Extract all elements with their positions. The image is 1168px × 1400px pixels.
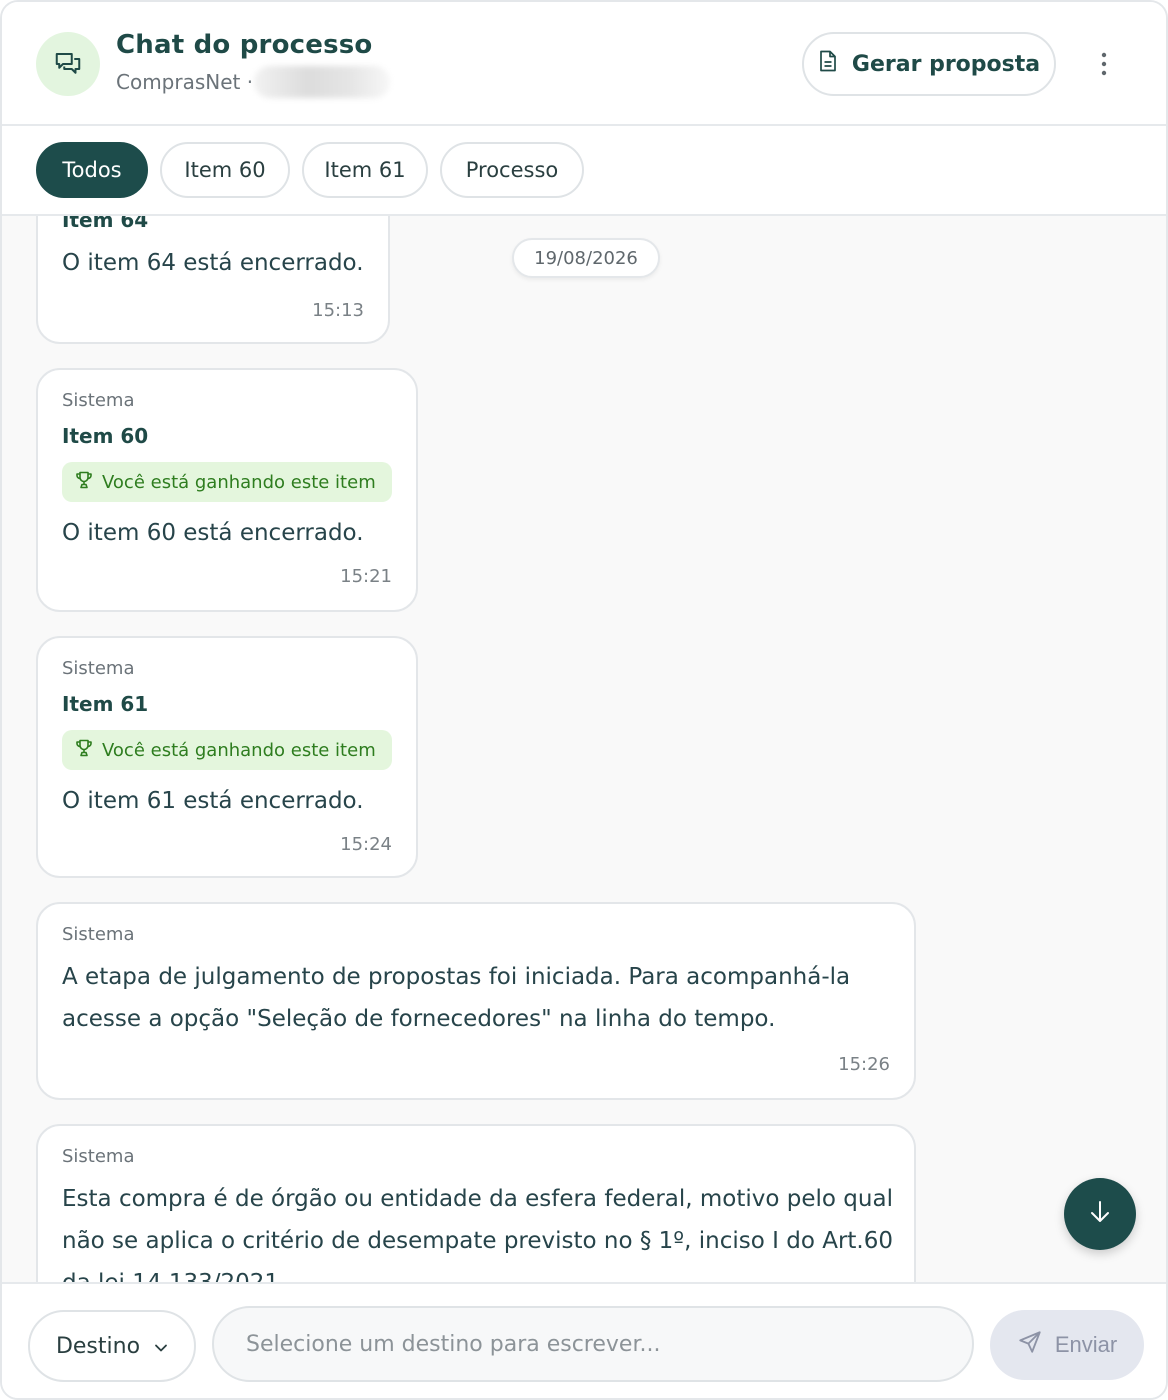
- scroll-to-bottom-button[interactable]: [1064, 1178, 1136, 1250]
- message-item-60: Sistema Item 60 Você está ganhando este …: [36, 368, 418, 612]
- chevron-down-icon: [154, 1334, 168, 1359]
- page-subtitle: ComprasNet ·: [116, 70, 254, 94]
- kebab-menu-icon[interactable]: [1084, 44, 1124, 84]
- tab-item-60[interactable]: Item 60: [160, 142, 290, 198]
- message-sender: Sistema: [62, 924, 135, 945]
- message-body-line-2: acesse a opção "Seleção de fornecedores"…: [62, 1006, 776, 1032]
- message-body-line-3: da lei 14.133/2021.: [62, 1262, 286, 1282]
- chat-header: Chat do processo ComprasNet · Gerar prop…: [2, 2, 1166, 126]
- message-body: O item 61 está encerrado.: [62, 788, 364, 814]
- message-body: O item 64 está encerrado.: [62, 250, 364, 276]
- tab-todos[interactable]: Todos: [36, 142, 148, 198]
- date-separator: 19/08/2026: [512, 238, 660, 278]
- winning-badge-label: Você está ganhando este item: [102, 739, 376, 761]
- send-label: Enviar: [1054, 1332, 1118, 1357]
- message-sender: Sistema: [62, 1146, 135, 1167]
- message-body-line-2: não se aplica o critério de desempate pr…: [62, 1228, 893, 1254]
- message-item-title: Item 61: [62, 692, 149, 716]
- message-item-64: Item 64 O item 64 está encerrado. 15:13: [36, 216, 390, 344]
- message-time: 15:21: [340, 566, 392, 587]
- message-item-title: Item 60: [62, 424, 149, 448]
- message-sender: Sistema: [62, 390, 135, 411]
- message-desempate: Sistema Esta compra é de órgão ou entida…: [36, 1124, 916, 1282]
- message-body: O item 60 está encerrado.: [62, 520, 364, 546]
- message-julgamento: Sistema A etapa de julgamento de propost…: [36, 902, 916, 1100]
- message-sender: Sistema: [62, 658, 135, 679]
- message-item-title: Item 64: [62, 216, 149, 232]
- send-button[interactable]: Enviar: [990, 1310, 1144, 1380]
- message-body-line-1: A etapa de julgamento de propostas foi i…: [62, 964, 851, 990]
- composer: Destino Enviar: [2, 1282, 1166, 1398]
- message-time: 15:24: [340, 834, 392, 855]
- generate-proposal-label: Gerar proposta: [851, 51, 1041, 77]
- message-input[interactable]: [212, 1306, 974, 1382]
- redacted-process-number: [254, 66, 390, 98]
- destination-label: Destino: [55, 1333, 141, 1359]
- tab-processo[interactable]: Processo: [440, 142, 584, 198]
- winning-badge: Você está ganhando este item: [62, 730, 392, 770]
- winning-badge: Você está ganhando este item: [62, 462, 392, 502]
- generate-proposal-button[interactable]: Gerar proposta: [802, 32, 1056, 96]
- page-title: Chat do processo: [116, 30, 373, 60]
- chat-bubbles-icon: [36, 32, 100, 96]
- chat-panel: Chat do processo ComprasNet · Gerar prop…: [0, 0, 1168, 1400]
- destination-select[interactable]: Destino: [28, 1310, 196, 1382]
- message-time: 15:13: [312, 300, 364, 321]
- message-list[interactable]: Item 64 O item 64 está encerrado. 15:13 …: [2, 216, 1166, 1282]
- winning-badge-label: Você está ganhando este item: [102, 471, 376, 493]
- trophy-icon: [74, 470, 94, 495]
- message-item-61: Sistema Item 61 Você está ganhando este …: [36, 636, 418, 878]
- document-icon: [818, 50, 838, 78]
- trophy-icon: [74, 738, 94, 763]
- tab-item-61[interactable]: Item 61: [302, 142, 428, 198]
- arrow-down-icon: [1088, 1199, 1112, 1229]
- message-body-line-1: Esta compra é de órgão ou entidade da es…: [62, 1186, 893, 1212]
- filter-tabs: Todos Item 60 Item 61 Processo: [2, 126, 1166, 216]
- send-icon: [1017, 1329, 1043, 1361]
- message-time: 15:26: [838, 1054, 890, 1075]
